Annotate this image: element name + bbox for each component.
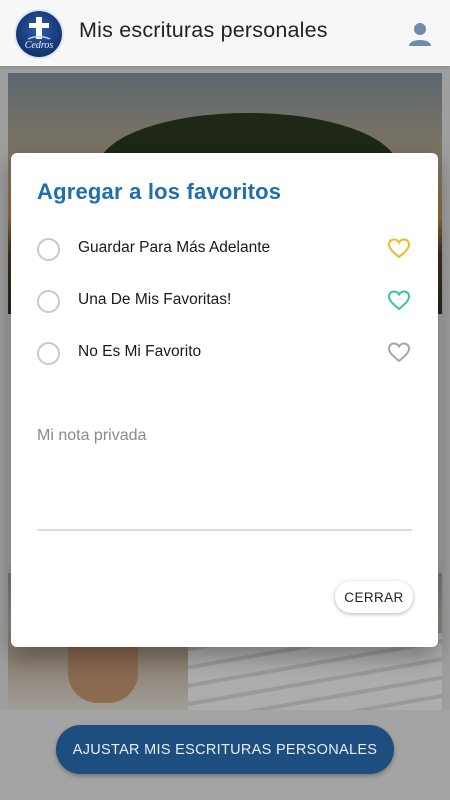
adjust-scriptures-button[interactable]: AJUSTAR MIS ESCRITURAS PERSONALES bbox=[56, 725, 394, 774]
radio-button[interactable] bbox=[37, 238, 60, 261]
close-button[interactable]: CERRAR bbox=[335, 581, 413, 613]
page-title: Mis escrituras personales bbox=[79, 18, 328, 42]
private-note-input[interactable]: Mi nota privada bbox=[37, 417, 412, 531]
heart-icon[interactable] bbox=[387, 288, 411, 312]
logo-text: Cedros bbox=[24, 40, 54, 51]
radio-button[interactable] bbox=[37, 290, 60, 313]
dialog-title: Agregar a los favoritos bbox=[37, 179, 282, 204]
user-icon[interactable] bbox=[406, 20, 434, 48]
app-header: Cedros Mis escrituras personales bbox=[0, 0, 450, 66]
note-placeholder: Mi nota privada bbox=[37, 427, 147, 444]
option-label: Una De Mis Favoritas! bbox=[78, 291, 232, 308]
option-label: Guardar Para Más Adelante bbox=[78, 239, 271, 256]
option-save-later[interactable]: Guardar Para Más Adelante bbox=[35, 234, 415, 264]
option-label: No Es Mi Favorito bbox=[78, 343, 202, 360]
option-favorite[interactable]: Una De Mis Favoritas! bbox=[35, 286, 415, 316]
heart-icon[interactable] bbox=[387, 236, 411, 260]
heart-icon[interactable] bbox=[387, 340, 411, 364]
cedros-logo[interactable]: Cedros bbox=[16, 11, 62, 57]
favorites-dialog: Agregar a los favoritos Guardar Para Más… bbox=[11, 153, 438, 647]
option-not-favorite[interactable]: No Es Mi Favorito bbox=[35, 338, 415, 368]
radio-button[interactable] bbox=[37, 342, 60, 365]
